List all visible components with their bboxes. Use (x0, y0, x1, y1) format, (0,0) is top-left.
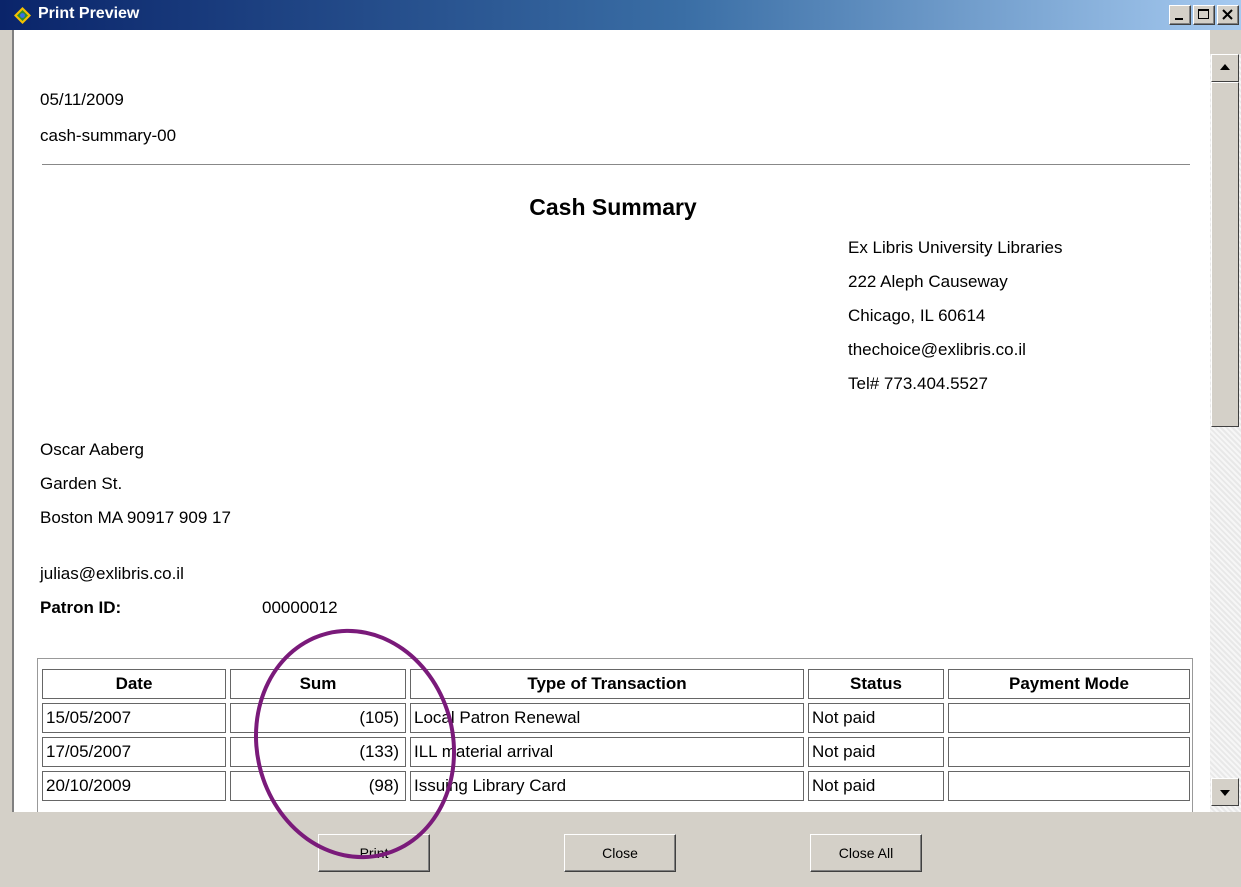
library-street: 222 Aleph Causeway (848, 272, 1008, 291)
table-cell-date: 15/05/2007 (42, 703, 226, 733)
close-window-button[interactable] (1217, 5, 1239, 25)
table-cell-type: Issuing Library Card (410, 771, 804, 801)
patron-id-label: Patron ID: (40, 598, 122, 617)
column-header-sum: Sum (230, 669, 406, 699)
table-cell-payment-mode (948, 737, 1190, 767)
table-cell-payment-mode (948, 771, 1190, 801)
close-icon (1222, 9, 1233, 20)
button-bar: Print Close Close All (0, 812, 1241, 887)
preview-page: 05/11/2009 cash-summary-00 Cash Summary … (12, 30, 1210, 812)
report-date: 05/11/2009 (40, 90, 124, 109)
report-id: cash-summary-00 (40, 126, 177, 145)
app-icon (14, 7, 31, 24)
table-cell-status: Not paid (808, 771, 944, 801)
table-cell-sum: (105) (230, 703, 406, 733)
patron-city: Boston MA 90917 909 17 (40, 508, 231, 527)
close-button[interactable]: Close (564, 834, 676, 872)
column-header-date: Date (42, 669, 226, 699)
arrow-up-icon (1220, 64, 1230, 70)
print-button[interactable]: Print (318, 834, 430, 872)
table-cell-status: Not paid (808, 703, 944, 733)
patron-id-value: 00000012 (262, 598, 338, 617)
patron-name: Oscar Aaberg (40, 440, 144, 459)
library-tel: Tel# 773.404.5527 (848, 374, 988, 393)
table-cell-sum: (133) (230, 737, 406, 767)
column-header-payment-mode: Payment Mode (948, 669, 1190, 699)
header-divider (42, 164, 1190, 165)
title-bar: Print Preview (0, 0, 1241, 30)
table-cell-sum: (98) (230, 771, 406, 801)
table-cell-date: 17/05/2007 (42, 737, 226, 767)
scroll-up-button[interactable] (1211, 54, 1239, 82)
library-name: Ex Libris University Libraries (848, 238, 1063, 257)
column-header-type: Type of Transaction (410, 669, 804, 699)
table-cell-type: ILL material arrival (410, 737, 804, 767)
scroll-down-button[interactable] (1211, 778, 1239, 806)
library-city: Chicago, IL 60614 (848, 306, 986, 325)
minimize-button[interactable] (1169, 5, 1191, 25)
transactions-table: Date Sum Type of Transaction Status Paym… (37, 658, 1193, 812)
table-cell-payment-mode (948, 703, 1190, 733)
maximize-icon (1198, 9, 1209, 19)
vertical-scrollbar[interactable] (1210, 54, 1241, 814)
table-cell-status: Not paid (808, 737, 944, 767)
report-title: Cash Summary (529, 194, 697, 220)
close-all-button[interactable]: Close All (810, 834, 922, 872)
arrow-down-icon (1220, 790, 1230, 796)
scrollbar-thumb[interactable] (1211, 82, 1239, 427)
patron-street: Garden St. (40, 474, 123, 493)
library-email: thechoice@exlibris.co.il (848, 340, 1026, 359)
minimize-icon (1175, 18, 1183, 20)
table-cell-date: 20/10/2009 (42, 771, 226, 801)
patron-email: julias@exlibris.co.il (40, 564, 184, 583)
column-header-status: Status (808, 669, 944, 699)
table-cell-type: Local Patron Renewal (410, 703, 804, 733)
window-title: Print Preview (38, 5, 140, 22)
maximize-button[interactable] (1193, 5, 1215, 25)
